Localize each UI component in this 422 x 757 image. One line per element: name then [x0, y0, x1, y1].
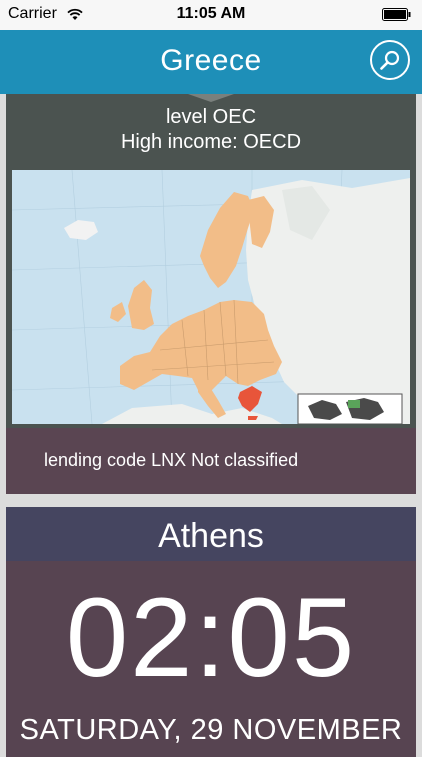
search-button[interactable] [370, 40, 410, 80]
clock-time: 02:05 [65, 575, 357, 700]
status-bar: Carrier 11:05 AM [0, 0, 422, 30]
lending-strip: lending code LNX Not classified [6, 428, 416, 494]
income-text: High income: OECD [120, 131, 302, 153]
nav-bar: Greece [0, 30, 422, 94]
battery-icon [382, 8, 411, 21]
city-header: Athens [6, 507, 416, 561]
country-info-card: level OEC High income: OECD lending code… [6, 94, 416, 494]
level-text: level OEC [165, 106, 257, 128]
lending-code-text: lending code LNX Not classified [44, 450, 299, 470]
country-map[interactable] [12, 170, 410, 424]
page-title: Greece [160, 44, 262, 77]
clock-date: SATURDAY, 29 NOVEMBER [19, 714, 403, 746]
chevron-down-icon[interactable] [188, 94, 234, 102]
search-icon [380, 50, 400, 70]
city-name: Athens [158, 517, 264, 555]
city-time-card: Athens 02:05 SATURDAY, 29 NOVEMBER [6, 507, 416, 757]
status-time: 11:05 AM [176, 5, 246, 22]
